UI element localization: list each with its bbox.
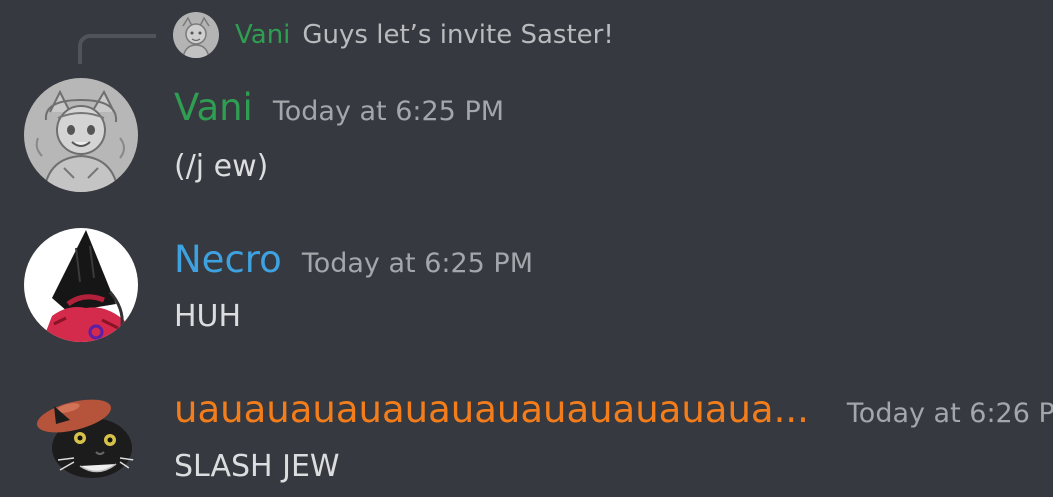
user-avatar-cat[interactable] (24, 380, 138, 494)
reply-avatar[interactable] (173, 12, 219, 58)
reply-preview[interactable]: Vani Guys let’s invite Saster! (173, 12, 614, 58)
message-timestamp[interactable]: Today at 6:25 PM (273, 96, 504, 127)
message-content: (/j ew) (174, 149, 269, 184)
username-uauaua[interactable]: uauauauauauauauauauauauaua... (174, 388, 809, 432)
message-content: SLASH JEW (174, 449, 340, 484)
message-timestamp[interactable]: Today at 6:26 PM (847, 398, 1053, 429)
message-header: uauauauauauauauauauauauaua... Today at 6… (174, 388, 1053, 432)
user-avatar-vani[interactable] (24, 78, 138, 192)
message-timestamp[interactable]: Today at 6:25 PM (302, 248, 533, 279)
chat-messages: Vani Guys let’s invite Saster! Vani Toda… (0, 0, 1053, 497)
message-content: HUH (174, 299, 242, 334)
user-avatar-necro[interactable] (24, 228, 138, 342)
reply-connector-line (78, 34, 156, 64)
reply-author-name[interactable]: Vani (235, 20, 290, 50)
username-vani[interactable]: Vani (174, 86, 253, 130)
username-necro[interactable]: Necro (174, 238, 282, 282)
message-header: Vani Today at 6:25 PM (174, 86, 504, 130)
message-header: Necro Today at 6:25 PM (174, 238, 533, 282)
reply-message-text[interactable]: Guys let’s invite Saster! (302, 20, 613, 50)
